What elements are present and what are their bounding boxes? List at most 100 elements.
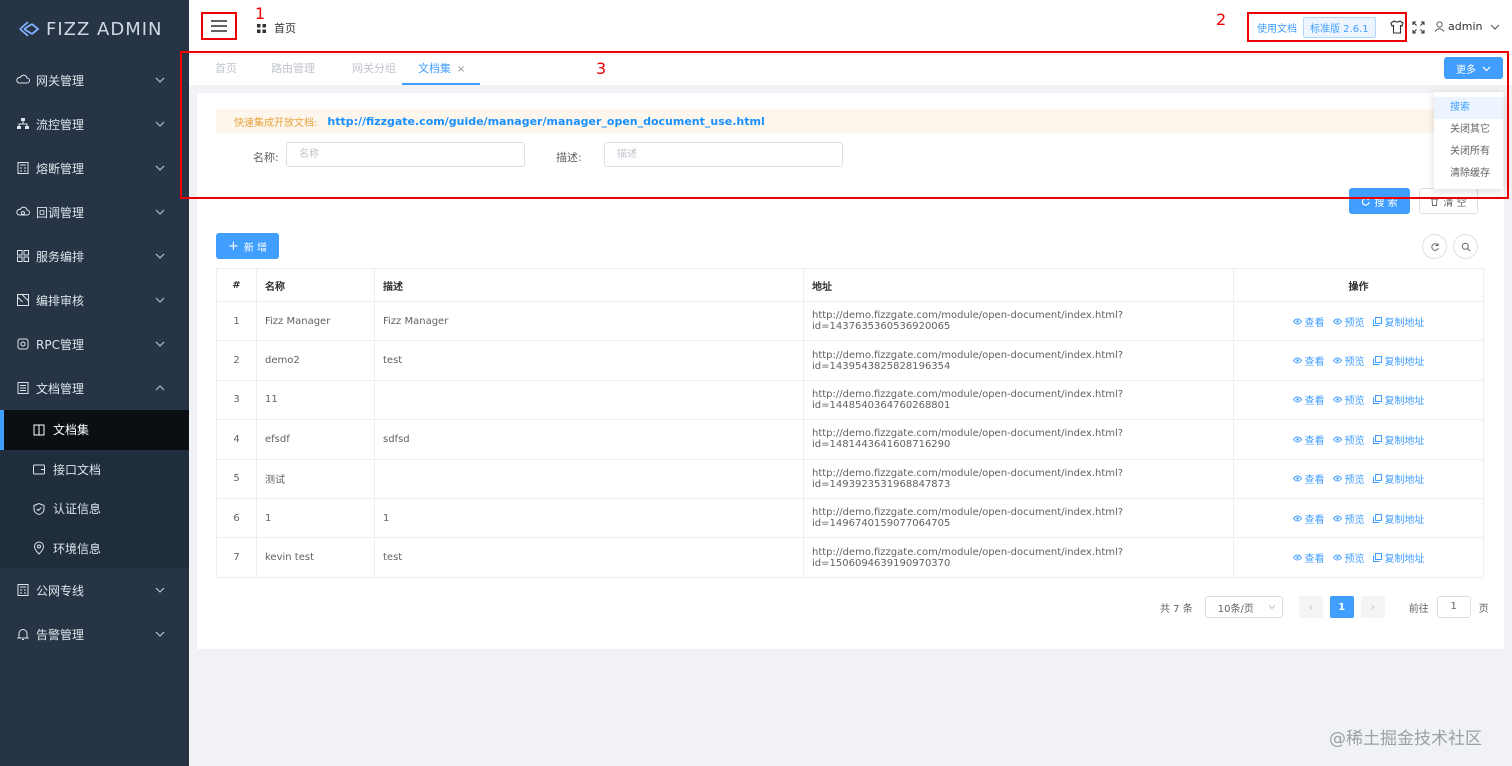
sidebar-item[interactable]: 文档管理 [0,366,189,410]
sidebar-item[interactable]: RPC管理 [0,322,189,366]
search-toggle-button[interactable] [1453,234,1478,259]
copy-address-link[interactable]: 复制地址 [1372,550,1425,565]
table-row: 6 1 1 http://demo.fizzgate.com/module/open-… [216,497,1484,539]
tab-doc-set[interactable]: 文档集 × [402,55,481,85]
cell-name: efsdf [256,419,375,460]
menu-search[interactable]: 搜索 [1434,97,1503,119]
menu-close-others[interactable]: 关闭其它 [1434,119,1503,141]
pagination: 共 7 条 10条/页 ‹ 1 › 前往 1 页 [1160,596,1489,618]
copy-address-link[interactable]: 复制地址 [1372,511,1425,526]
preview-link[interactable]: 预览 [1332,432,1365,447]
refresh-button[interactable] [1422,234,1447,259]
sidebar-item[interactable]: 编排审核 [0,278,189,322]
tab-doc-set-label: 文档集 [418,62,451,75]
desc-input[interactable] [604,142,843,167]
goto-page-input[interactable]: 1 [1436,596,1471,618]
col-index: # [216,268,257,302]
tab-close-icon[interactable]: × [457,64,465,75]
table-row: 3 11 http://demo.fizzgate.com/module/open-… [216,379,1484,421]
clear-label: 清 空 [1443,197,1467,209]
name-input[interactable] [286,142,525,167]
sidebar-item[interactable]: 流控管理 [0,102,189,146]
preview-link[interactable]: 预览 [1332,314,1365,329]
sidebar-subitem-label: 文档集 [53,423,90,438]
sidebar-item[interactable]: 服务编排 [0,234,189,278]
view-link[interactable]: 查看 [1292,511,1325,526]
tab-gateway-group[interactable]: 网关分组 [352,55,396,85]
theme-shirt-icon[interactable] [1389,20,1404,34]
view-link[interactable]: 查看 [1292,392,1325,407]
cell-name: 1 [256,497,375,539]
sidebar-item[interactable]: 公网专线 [0,568,189,612]
page-size-value: 10条/页 [1217,603,1254,615]
user-menu[interactable]: admin [1434,20,1500,33]
page-1-button[interactable]: 1 [1329,596,1354,618]
copy-address-link[interactable]: 复制地址 [1372,432,1425,447]
preview-link[interactable]: 预览 [1332,392,1365,407]
page-size-select[interactable]: 10条/页 [1204,596,1283,618]
add-button[interactable]: + 新 增 [216,233,279,259]
view-link[interactable]: 查看 [1292,314,1325,329]
breadcrumb-home[interactable]: 首页 [274,20,296,36]
prev-page-button[interactable]: ‹ [1298,596,1323,618]
version-badge: 标准版 2.6.1 [1303,16,1376,38]
next-page-button[interactable]: › [1360,596,1385,618]
cell-name: kevin test [256,537,375,578]
op-label: 查看 [1304,357,1325,369]
copy-address-link[interactable]: 复制地址 [1372,471,1425,486]
op-label: 查看 [1304,514,1325,526]
menu-clear-cache[interactable]: 清除缓存 [1434,163,1503,185]
chevron-down-icon [155,341,165,347]
hamburger-button[interactable] [201,12,237,40]
op-label: 预览 [1344,475,1365,487]
sidebar-item[interactable]: 熔断管理 [0,146,189,190]
view-link[interactable]: 查看 [1292,353,1325,369]
tab-route[interactable]: 路由管理 [271,55,315,85]
tags-view: 首页 路由管理 网关分组 文档集 × 更多 3 [189,55,1512,85]
eye-icon [1292,436,1302,443]
sidebar-item[interactable]: 网关管理 [0,58,189,102]
menu-close-all[interactable]: 关闭所有 [1434,141,1503,163]
col-desc: 描述 [374,268,804,302]
sidebar-subitem[interactable]: 环境信息 [0,528,189,568]
search-button[interactable]: 搜 索 [1349,188,1410,214]
clear-button[interactable]: 清 空 [1419,188,1478,214]
copy-address-link[interactable]: 复制地址 [1372,314,1425,329]
cell-address: http://demo.fizzgate.com/module/open-doc… [803,537,1234,578]
chevron-up-icon [155,385,165,391]
view-link[interactable]: 查看 [1292,471,1325,486]
col-actions: 操作 [1233,268,1484,302]
sidebar-item[interactable]: 回调管理 [0,190,189,234]
sidebar-subitem[interactable]: 文档集 [0,410,189,450]
cell-address: http://demo.fizzgate.com/module/open-doc… [803,340,1234,381]
docs-link[interactable]: 使用文档 [1257,20,1297,35]
more-button[interactable]: 更多 [1444,57,1503,79]
fullscreen-icon[interactable] [1412,21,1425,34]
preview-link[interactable]: 预览 [1332,353,1365,368]
chevron-down-icon [1491,24,1500,30]
bell-icon [16,627,30,641]
preview-link[interactable]: 预览 [1332,511,1365,526]
notice-link[interactable]: http://fizzgate.com/guide/manager/manage… [327,115,764,128]
cell-desc: sdfsd [374,419,804,460]
sidebar: FIZZ ADMIN 网关管理 流控管理 熔断管理回调管理服务编排编排审核 RPC管理… [0,0,189,766]
preview-link[interactable]: 预览 [1332,550,1365,565]
cell-name: demo2 [256,340,375,381]
copy-address-link[interactable]: 复制地址 [1372,392,1425,407]
tab-home[interactable]: 首页 [215,55,237,85]
sidebar-item[interactable]: 告警管理 [0,612,189,656]
view-link[interactable]: 查看 [1292,432,1325,447]
sidebar-subitem[interactable]: 接口文档 [0,449,189,489]
sidebar-item-label: 告警管理 [36,627,85,642]
table-row: 7 kevin test test http://demo.fizzgate.com/… [216,537,1484,578]
app-logo[interactable]: FIZZ ADMIN [0,0,189,58]
copy-address-link[interactable]: 复制地址 [1372,353,1425,368]
preview-link[interactable]: 预览 [1332,471,1365,487]
col-name: 名称 [256,268,375,302]
sidebar-item-label: 编排审核 [36,293,85,308]
sidebar-item-label: 回调管理 [36,205,85,220]
view-link[interactable]: 查看 [1292,550,1325,565]
sidebar-subitem[interactable]: 认证信息 [0,489,189,529]
cloud-icon [16,73,30,87]
chevron-down-icon [1482,66,1491,71]
